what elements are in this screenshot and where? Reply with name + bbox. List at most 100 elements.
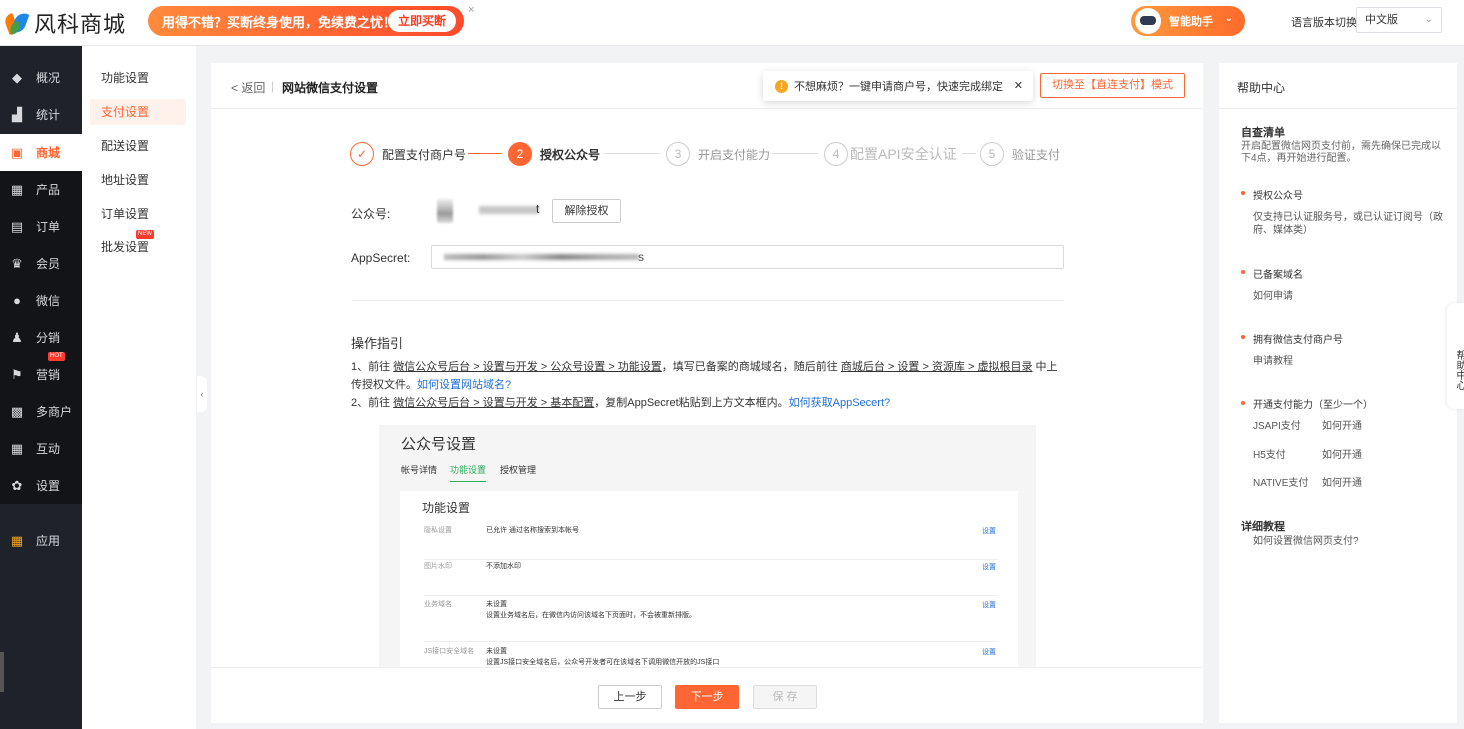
how-get-appsecret-link[interactable]: 如何获取AppSecert? xyxy=(789,397,890,409)
apply-tutorial-link[interactable]: 申请教程 xyxy=(1253,355,1293,368)
subnav-item-payment[interactable]: 支付设置 xyxy=(90,99,186,125)
promo-buy-button[interactable]: 立即买断 xyxy=(387,10,456,32)
sidebar-item-mall[interactable]: ▣ 商城 xyxy=(0,134,82,171)
sidebar-item-label: 订单 xyxy=(36,220,61,234)
sidebar-item-wechat[interactable]: ● 微信 xyxy=(0,282,82,319)
step-connector xyxy=(772,153,818,154)
row-action: 设置 xyxy=(982,602,996,609)
sidebar-item-label: 微信 xyxy=(36,294,61,308)
sidebar-item-distribution[interactable]: ♟ 分销 xyxy=(0,319,82,356)
bullet-icon xyxy=(1241,401,1245,405)
collapse-subnav-button[interactable]: ‹ xyxy=(197,376,207,412)
row-action: 设置 xyxy=(982,528,996,535)
checklist-item-title: 已备案域名 xyxy=(1253,270,1303,281)
screenshot-tab: 帐号详情 xyxy=(401,465,438,475)
tutorial-title: 详细教程 xyxy=(1241,521,1285,533)
subnav-item-wholesale[interactable]: 批发设置 NEW xyxy=(90,230,186,260)
sidebar-item-products[interactable]: ▦ 产品 xyxy=(0,171,82,208)
switch-direct-pay-button[interactable]: 切换至【直连支付】模式 xyxy=(1040,73,1185,98)
sub-navigation: 功能设置 支付设置 配送设置 地址设置 订单设置 批发设置 NEW xyxy=(82,46,196,729)
subnav-item-delivery[interactable]: 配送设置 xyxy=(90,133,186,159)
sidebar-item-label: 商城 xyxy=(36,146,61,160)
crown-icon: ♛ xyxy=(11,255,23,271)
ai-assistant-button[interactable]: 智能助手 ⌄ xyxy=(1131,6,1245,36)
step-label: 配置支付商户号 xyxy=(382,147,467,162)
products-icon: ▦ xyxy=(10,181,24,197)
sidebar-scroll-indicator xyxy=(0,652,4,692)
sidebar-item-label: 设置 xyxy=(36,479,61,493)
sidebar-item-label: 会员 xyxy=(36,257,61,271)
how-enable-link[interactable]: 如何开通 xyxy=(1322,420,1362,433)
sidebar-item-multi-merchant[interactable]: ▩ 多商户 xyxy=(0,393,82,430)
apps-icon: ▦ xyxy=(10,532,24,548)
back-link[interactable]: < 返回 xyxy=(231,79,265,96)
step-1: ✓ 配置支付商户号 xyxy=(350,141,466,167)
help-center-side-tab[interactable]: 帮助中心 xyxy=(1447,303,1464,409)
basic-config-link[interactable]: 微信公众号后台 > 设置与开发 > 基本配置 xyxy=(393,397,594,409)
how-apply-link[interactable]: 如何申请 xyxy=(1253,290,1293,303)
logo[interactable]: 风科商城 xyxy=(2,8,126,38)
close-icon[interactable]: ✕ xyxy=(1014,79,1023,92)
language-value: 中文版 xyxy=(1365,14,1398,26)
promo-text: 用得不错？买断终身使用，免续费之忧！ xyxy=(162,14,397,30)
row-value: 不添加水印 xyxy=(486,563,521,570)
guide-text: ，填写已备案的商城域名，随后前往 xyxy=(661,361,838,373)
step-connector xyxy=(962,153,976,154)
appsecret-input[interactable]: s xyxy=(431,245,1064,269)
wechat-icon: ● xyxy=(13,292,21,308)
apply-merchant-tip[interactable]: ! 不想麻烦？一键申请商户号，快速完成绑定 ✕ xyxy=(763,71,1033,101)
sidebar-item-label: 多商户 xyxy=(36,405,73,419)
next-step-button[interactable]: 下一步 xyxy=(675,685,739,709)
sidebar-item-settings[interactable]: ✿ 设置 xyxy=(0,467,82,504)
appsecret-value: s xyxy=(638,250,644,264)
unbind-button[interactable]: 解除授权 xyxy=(552,199,621,223)
new-badge: NEW xyxy=(136,230,154,239)
step-3: 3 开启支付能力 xyxy=(666,141,770,167)
language-select[interactable]: 中文版 ⌄ xyxy=(1356,7,1442,33)
how-enable-link[interactable]: 如何开通 xyxy=(1322,477,1362,490)
mall-backend-link[interactable]: 商城后台 > 设置 > 资源库 > 虚拟根目录 xyxy=(841,361,1033,373)
bullet-icon xyxy=(1241,335,1245,339)
sidebar-item-orders[interactable]: ▤ 订单 xyxy=(0,208,82,245)
prev-step-button[interactable]: 上一步 xyxy=(598,685,662,709)
sidebar-item-stats[interactable]: ▟ 统计 xyxy=(0,96,82,133)
sidebar-item-marketing[interactable]: ⚑ 营销 HOT xyxy=(0,352,82,393)
interaction-icon: ▦ xyxy=(10,440,24,456)
check-icon: ✓ xyxy=(350,142,374,166)
sidebar-item-members[interactable]: ♛ 会员 xyxy=(0,245,82,282)
how-set-domain-link[interactable]: 如何设置网站域名? xyxy=(417,379,511,391)
save-button[interactable]: 保 存 xyxy=(753,685,817,709)
guide-text: 1、前往 xyxy=(351,361,391,373)
how-enable-link[interactable]: 如何开通 xyxy=(1322,449,1362,462)
account-name: t xyxy=(536,202,540,216)
row-key: 隐私设置 xyxy=(424,527,452,534)
row-value: 未设置 xyxy=(486,601,507,608)
step-connector xyxy=(604,153,660,154)
sidebar-item-interaction[interactable]: ▦ 互动 xyxy=(0,430,82,467)
subnav-item-order[interactable]: 订单设置 xyxy=(90,201,186,227)
pay-type-name: JSAPI支付 xyxy=(1253,421,1301,432)
subnav-item-function[interactable]: 功能设置 xyxy=(90,65,186,91)
promo-close-icon[interactable]: × xyxy=(468,4,474,16)
checklist-title: 自查清单 xyxy=(1241,127,1285,139)
step-5: 5 验证支付 xyxy=(980,141,1060,167)
subnav-item-address[interactable]: 地址设置 xyxy=(90,167,186,193)
wechat-backend-link[interactable]: 微信公众号后台 > 设置与开发 > 公众号设置 > 功能设置 xyxy=(393,361,662,373)
row-key: JS接口安全域名 xyxy=(424,648,475,655)
checklist-desc: 开启配置微信网页支付前，需先确保已完成以下4点，再开始进行配置。 xyxy=(1241,141,1441,164)
row-action: 设置 xyxy=(982,564,996,571)
guide-text: 2、前往 xyxy=(351,397,391,409)
tip-text: 不想麻烦？一键申请商户号，快速完成绑定 xyxy=(794,81,1003,93)
side-tab-label: 帮助中心 xyxy=(1454,350,1464,390)
promo-banner[interactable]: 用得不错？买断终身使用，免续费之忧！ 立即买断 xyxy=(148,6,464,36)
logo-icon xyxy=(2,10,30,36)
sidebar-item-overview[interactable]: ◆ 概况 xyxy=(0,59,82,96)
step-label: 配置API安全认证 xyxy=(850,146,957,162)
distribution-icon: ♟ xyxy=(11,329,23,345)
sidebar-item-apps[interactable]: ▦ 应用 xyxy=(0,522,82,559)
step-connector xyxy=(468,153,502,154)
sidebar-item-label: 分销 xyxy=(36,331,61,345)
tutorial-link[interactable]: 如何设置微信网页支付? xyxy=(1253,535,1359,548)
guide-text: 中上 xyxy=(1035,361,1058,373)
help-panel: 帮助中心 自查清单 开启配置微信网页支付前，需先确保已完成以下4点，再开始进行配… xyxy=(1219,63,1457,723)
